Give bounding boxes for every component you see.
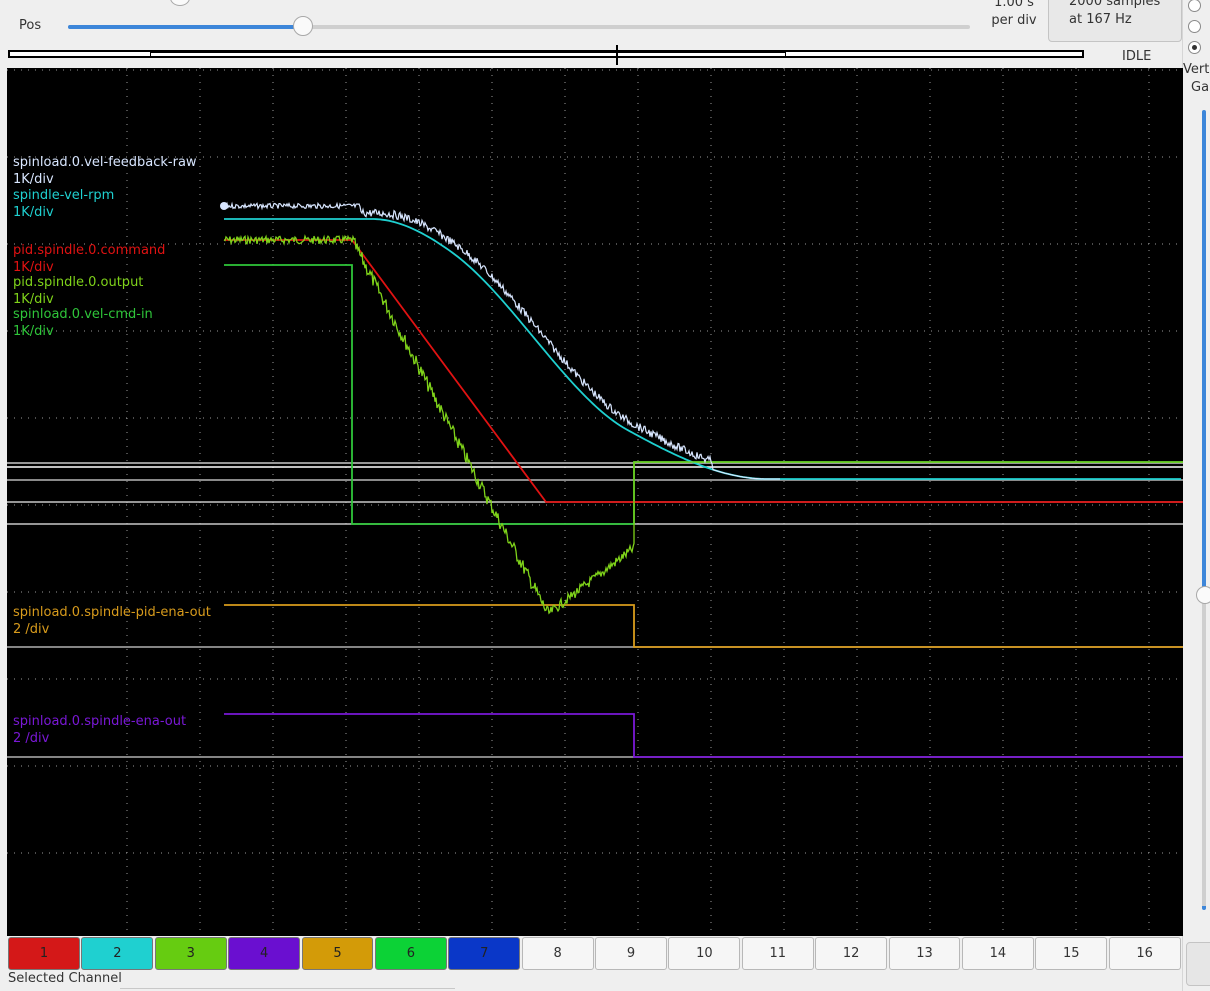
channel-button-7[interactable]: 7: [448, 937, 521, 970]
channel-button-13[interactable]: 13: [888, 937, 961, 970]
right-edge-button[interactable]: [1186, 942, 1210, 986]
channel-button-2[interactable]: 2: [81, 937, 154, 970]
toolbar: Pos 1.00 s per div 2000 samples at 167 H…: [0, 0, 1182, 46]
trace-pid-output: [223, 234, 1183, 615]
gain-label: Ga: [1191, 80, 1210, 95]
trace-pid-ena-out: [224, 604, 1183, 648]
samples-count: 2000 samples: [1069, 0, 1161, 9]
trace-scale: 1K/div: [13, 205, 54, 220]
trace-label-6[interactable]: spinload.0.spindle-pid-ena-out 2 /div: [13, 604, 211, 638]
trace-name: spindle-vel-rpm: [13, 188, 115, 203]
trace-label-4[interactable]: pid.spindle.0.output 1K/div: [13, 274, 143, 308]
sample-rate-button[interactable]: 2000 samples at 167 Hz: [1048, 0, 1182, 42]
trace-scale: 1K/div: [13, 324, 54, 339]
channel-button-1[interactable]: 1: [8, 937, 80, 970]
pos-label: Pos: [19, 18, 42, 33]
channel-button-5[interactable]: 5: [301, 937, 374, 970]
record-view-window[interactable]: [150, 52, 786, 58]
trace-scale: 1K/div: [13, 172, 54, 187]
channel-button-16[interactable]: 16: [1108, 937, 1181, 970]
channel-button-4[interactable]: 4: [228, 937, 301, 970]
trace-label-5[interactable]: spinload.0.vel-cmd-in 1K/div: [13, 306, 153, 340]
trace-label-3[interactable]: pid.spindle.0.command 1K/div: [13, 242, 165, 276]
time-per-div-value: 1.00 s: [994, 0, 1034, 10]
trace-spindle-vel-rpm: [224, 218, 1181, 480]
trace-name: spinload.0.spindle-ena-out: [13, 714, 187, 729]
pos-slider[interactable]: [68, 25, 970, 29]
channel-button-11[interactable]: 11: [741, 937, 814, 970]
trace-start-marker: [220, 202, 228, 210]
run-status: IDLE: [1122, 49, 1152, 64]
pos-slider-fill: [68, 25, 303, 29]
trace-label-2[interactable]: spindle-vel-rpm 1K/div: [13, 187, 114, 221]
trace-ena-out: [224, 713, 1183, 758]
trace-name: pid.spindle.0.command: [13, 243, 166, 258]
mode-radio-2[interactable]: [1188, 20, 1201, 33]
channel-selector: 1 2 3 4 5 6 7 8 9 10 11 12 13 14 15 16: [8, 937, 1182, 970]
pos-slider-knob[interactable]: [292, 16, 313, 36]
time-per-div-unit: per div: [991, 13, 1037, 28]
vertical-gain-track-lower: [1202, 596, 1206, 906]
channel-button-8[interactable]: 8: [521, 937, 594, 970]
selected-channel-label: Selected Channel: [8, 971, 122, 986]
mode-radio-1[interactable]: [1188, 0, 1201, 12]
trace-name: spinload.0.vel-feedback-raw: [13, 155, 197, 170]
mode-radio-3[interactable]: [1188, 41, 1201, 54]
channel-button-12[interactable]: 12: [815, 937, 888, 970]
vertical-gain-knob[interactable]: [1196, 586, 1210, 604]
vert-label: Vert: [1183, 62, 1210, 77]
top-slider-knob[interactable]: [170, 0, 190, 6]
trace-vel-feedback-raw: [223, 201, 780, 480]
channel-button-10[interactable]: 10: [668, 937, 741, 970]
channel-button-9[interactable]: 9: [595, 937, 667, 970]
time-per-div[interactable]: 1.00 s per div: [984, 0, 1044, 30]
trace-name: spinload.0.vel-cmd-in: [13, 307, 153, 322]
samples-rate: at 167 Hz: [1069, 12, 1132, 27]
trace-name: pid.spindle.0.output: [13, 275, 144, 290]
scope-plot: [7, 68, 1183, 936]
selected-channel-divider: [120, 988, 455, 989]
trace-scale: 2 /div: [13, 731, 50, 746]
trace-label-7[interactable]: spinload.0.spindle-ena-out 2 /div: [13, 713, 186, 747]
trace-vel-cmd-in: [224, 264, 1183, 525]
trace-name: spinload.0.spindle-pid-ena-out: [13, 605, 211, 620]
record-cursor: [616, 45, 618, 65]
scope-display[interactable]: spinload.0.vel-feedback-raw 1K/div spind…: [7, 68, 1183, 936]
trace-scale: 2 /div: [13, 622, 50, 637]
channel-button-3[interactable]: 3: [154, 937, 227, 970]
channel-button-14[interactable]: 14: [961, 937, 1034, 970]
trace-label-1[interactable]: spinload.0.vel-feedback-raw 1K/div: [13, 154, 197, 188]
channel-button-6[interactable]: 6: [374, 937, 447, 970]
channel-button-15[interactable]: 15: [1035, 937, 1108, 970]
